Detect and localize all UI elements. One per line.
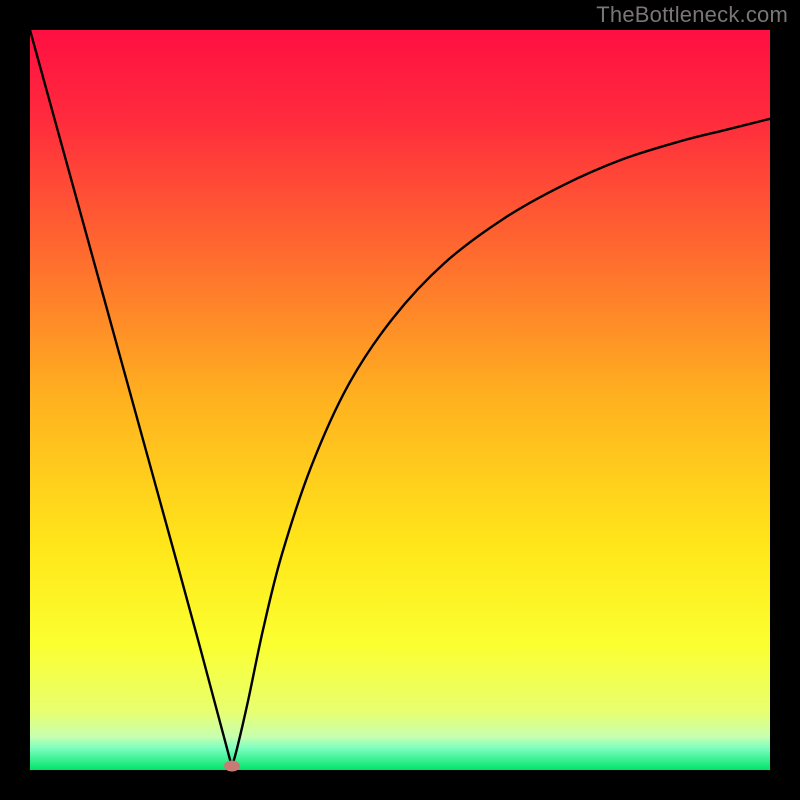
watermark-text: TheBottleneck.com — [596, 2, 788, 28]
bottleneck-curve — [30, 30, 770, 770]
curve-left-branch — [30, 30, 232, 766]
curve-right-branch — [232, 119, 770, 767]
chart-frame: TheBottleneck.com — [0, 0, 800, 800]
optimum-marker — [224, 761, 240, 772]
